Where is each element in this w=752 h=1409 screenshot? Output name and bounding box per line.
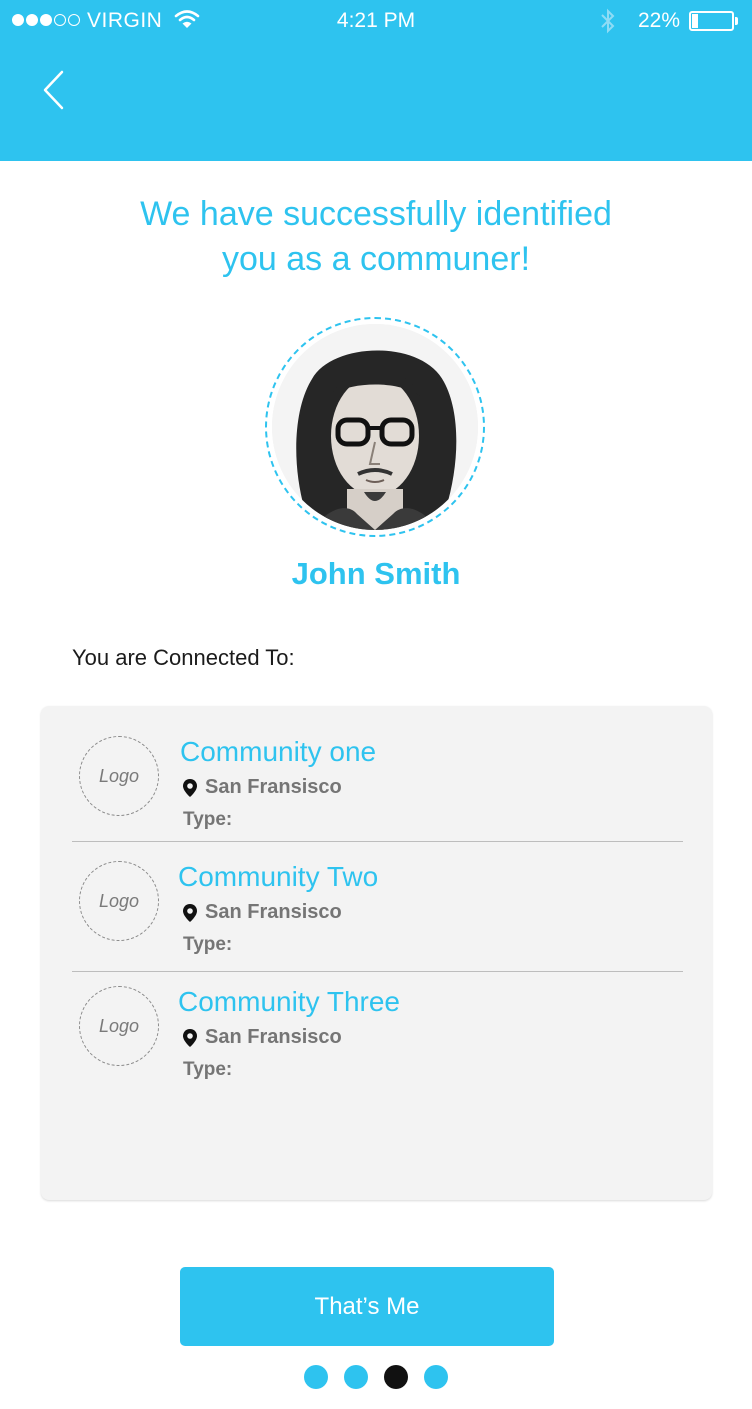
page-indicator bbox=[304, 1365, 448, 1389]
list-item[interactable]: Logo Community Three San Fransisco Type: bbox=[41, 956, 712, 1081]
community-type: Type: bbox=[183, 809, 233, 830]
location-text: San Fransisco bbox=[205, 776, 342, 798]
battery-cap bbox=[735, 17, 738, 25]
community-location: San Fransisco bbox=[183, 901, 342, 924]
battery-percentage: 22% bbox=[638, 9, 681, 32]
page-dot[interactable] bbox=[344, 1365, 368, 1389]
community-location: San Fransisco bbox=[183, 1026, 342, 1049]
status-bar: VIRGIN 4:21 PM 22% bbox=[0, 0, 752, 44]
community-type: Type: bbox=[183, 934, 233, 955]
location-text: San Fransisco bbox=[205, 1026, 342, 1048]
chevron-left-icon[interactable] bbox=[36, 66, 76, 114]
battery-icon bbox=[689, 11, 734, 31]
header-bar: VIRGIN 4:21 PM 22% bbox=[0, 0, 752, 161]
communities-list: Logo Community one San Fransisco Type: L… bbox=[41, 706, 712, 1200]
thats-me-button[interactable]: That’s Me bbox=[180, 1267, 554, 1346]
avatar bbox=[272, 324, 478, 530]
community-logo: Logo bbox=[79, 861, 159, 941]
success-headline: We have successfully identified you as a… bbox=[140, 195, 612, 278]
community-name[interactable]: Community Three bbox=[178, 986, 400, 1018]
community-logo: Logo bbox=[79, 986, 159, 1066]
community-location: San Fransisco bbox=[183, 776, 342, 799]
community-type: Type: bbox=[183, 1059, 233, 1080]
community-logo: Logo bbox=[79, 736, 159, 816]
list-item[interactable]: Logo Community one San Fransisco Type: bbox=[41, 706, 712, 831]
list-item[interactable]: Logo Community Two San Fransisco Type: bbox=[41, 831, 712, 956]
page-dot-active[interactable] bbox=[384, 1365, 408, 1389]
page-dot[interactable] bbox=[424, 1365, 448, 1389]
location-pin-icon bbox=[183, 903, 197, 922]
community-name[interactable]: Community one bbox=[180, 736, 376, 768]
location-pin-icon bbox=[183, 778, 197, 797]
connections-label: You are Connected To: bbox=[72, 645, 295, 670]
location-text: San Fransisco bbox=[205, 901, 342, 923]
page-dot[interactable] bbox=[304, 1365, 328, 1389]
user-name: John Smith bbox=[291, 556, 461, 591]
bluetooth-icon bbox=[601, 8, 615, 34]
location-pin-icon bbox=[183, 1028, 197, 1047]
community-name[interactable]: Community Two bbox=[178, 861, 378, 893]
